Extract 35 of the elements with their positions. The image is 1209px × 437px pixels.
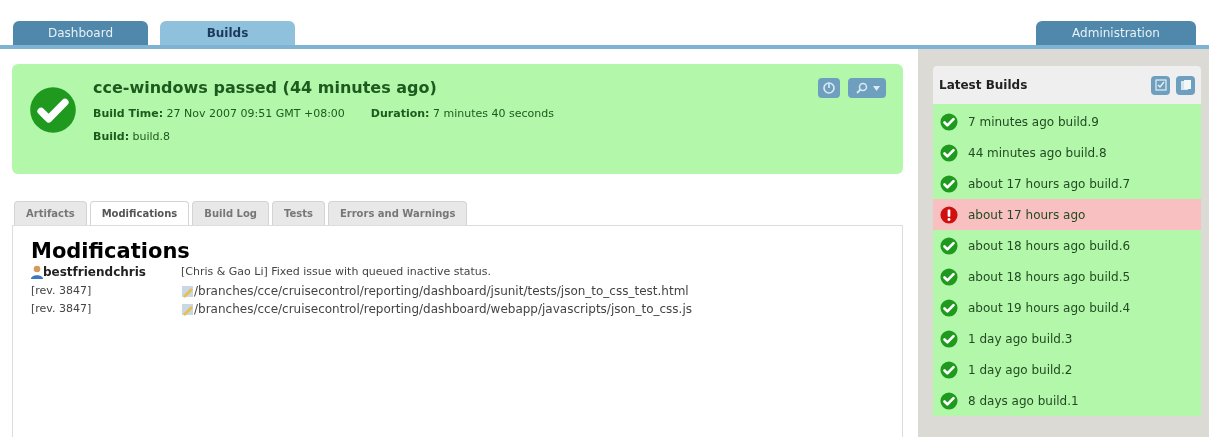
build-label: Build: build.8 — [93, 128, 172, 145]
check-icon — [940, 360, 958, 379]
check-icon — [940, 298, 958, 317]
modification-user: bestfriendchris — [43, 264, 146, 281]
build-duration: Duration: 7 minutes 40 seconds — [370, 106, 554, 122]
detail-tab[interactable]: Modifications — [89, 201, 190, 225]
user-icon — [31, 265, 43, 279]
check-icon — [29, 86, 77, 134]
file-icon — [181, 302, 194, 316]
modifications-heading: Modifications — [31, 240, 191, 262]
check-icon — [940, 391, 958, 410]
check-icon — [940, 143, 958, 162]
check-icon — [940, 329, 958, 348]
detail-tab[interactable]: Tests — [271, 201, 325, 225]
modification-comment: [Chris & Gao Li] Fixed issue with queued inactive status. — [181, 264, 492, 280]
file-path: /branches/cce/cruisecontrol/reporting/dashboard/webapp/javascripts/json_to_css.js — [194, 301, 692, 318]
build-history-item[interactable]: about 17 hours ago — [933, 199, 1201, 230]
detail-tab[interactable]: Artifacts — [14, 201, 87, 225]
file-icon — [181, 284, 194, 298]
check-icon — [940, 236, 958, 255]
revision-number: [rev. 3847] — [31, 283, 93, 299]
build-title: cce-windows passed (44 minutes ago) — [93, 77, 437, 99]
file-path: /branches/cce/cruisecontrol/reporting/dashboard/jsunit/tests/json_to_css_test.html — [194, 283, 689, 300]
error-icon — [940, 205, 958, 224]
check-icon — [940, 267, 958, 286]
detail-tab[interactable]: Build Log — [192, 201, 269, 225]
revision-number: [rev. 3847] — [31, 301, 93, 317]
pages-icon[interactable] — [1176, 75, 1195, 95]
detail-tab[interactable]: Errors and Warnings — [327, 201, 468, 225]
check-icon — [940, 112, 958, 131]
latest-builds-title: Latest Builds — [939, 77, 1028, 94]
build-time: Build Time: 27 Nov 2007 09:51 GMT +08:00 — [93, 106, 345, 122]
checklist-icon[interactable] — [1151, 75, 1170, 95]
nav-tab[interactable]: Builds — [160, 21, 295, 45]
check-icon — [940, 174, 958, 193]
